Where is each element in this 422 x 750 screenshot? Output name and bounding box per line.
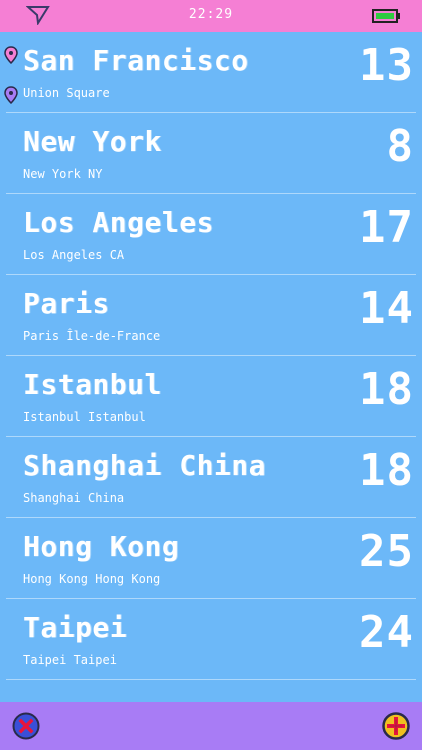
city-row[interactable]: Los Angeles Los Angeles CA 17: [6, 194, 416, 275]
map-pin-icon: [4, 46, 18, 68]
status-time: 22:29: [188, 7, 234, 22]
city-temperature: 14: [359, 283, 414, 334]
city-name: Hong Kong: [23, 530, 180, 563]
city-row[interactable]: San Francisco Union Square 13: [4, 32, 416, 113]
remove-city-icon: [12, 712, 40, 740]
city-region: Taipei Taipei: [23, 653, 117, 667]
city-name: New York: [23, 125, 162, 158]
city-name: San Francisco: [23, 44, 249, 77]
battery-icon: [372, 8, 402, 28]
map-pin-icon: [4, 86, 18, 108]
city-name: Istanbul: [23, 368, 162, 401]
city-temperature: 24: [359, 607, 414, 658]
city-region: Istanbul Istanbul: [23, 410, 146, 424]
city-row[interactable]: Paris Paris Île-de-France 14: [6, 275, 416, 356]
city-region: New York NY: [23, 167, 103, 181]
status-bar: 22:29: [0, 0, 422, 32]
city-name: Shanghai China: [23, 449, 267, 482]
city-row[interactable]: Istanbul Istanbul Istanbul 18: [6, 356, 416, 437]
city-temperature: 17: [359, 202, 414, 253]
city-region: Paris Île-de-France: [23, 329, 161, 343]
city-region: Union Square: [23, 86, 110, 100]
city-row[interactable]: Shanghai China Shanghai China 18: [6, 437, 416, 518]
remove-city-button[interactable]: [11, 711, 41, 741]
city-region: Los Angeles CA: [23, 248, 125, 262]
add-city-button[interactable]: [381, 711, 411, 741]
city-name: Paris: [23, 287, 110, 320]
city-temperature: 8: [386, 121, 414, 172]
city-region: Shanghai China: [23, 491, 125, 505]
city-temperature: 13: [359, 40, 414, 91]
city-list: San Francisco Union Square 13 New York N…: [0, 32, 422, 680]
city-name: Taipei: [23, 611, 128, 644]
city-row[interactable]: Hong Kong Hong Kong Hong Kong 25: [6, 518, 416, 599]
city-region: Hong Kong Hong Kong: [23, 572, 161, 586]
city-name: Los Angeles: [23, 206, 214, 239]
city-row[interactable]: Taipei Taipei Taipei 24: [6, 599, 416, 680]
add-city-icon: [382, 712, 410, 740]
city-temperature: 18: [359, 364, 414, 415]
city-temperature: 25: [359, 526, 414, 577]
city-temperature: 18: [359, 445, 414, 496]
city-row[interactable]: New York New York NY 8: [6, 113, 416, 194]
bottom-toolbar: [0, 702, 422, 750]
